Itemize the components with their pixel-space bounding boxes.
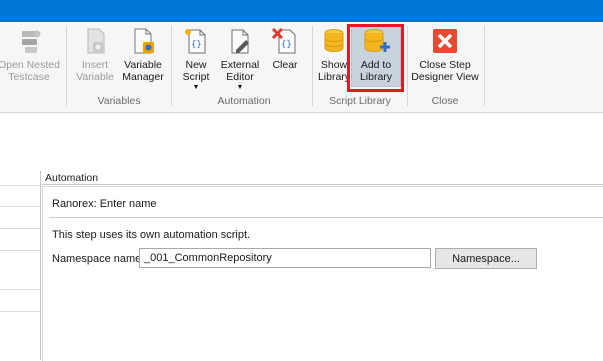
library-database-icon — [324, 29, 344, 53]
step-description: This step uses its own automation script… — [52, 229, 251, 241]
show-library-button[interactable]: Show Library — [316, 25, 352, 83]
row-divider — [0, 206, 40, 207]
clear-button[interactable]: {} Clear — [266, 25, 304, 72]
row-divider — [0, 250, 40, 251]
automation-panel: Ranorex: Enter name This step uses its o… — [42, 186, 603, 361]
new-script-dropdown-icon: ▼ — [192, 84, 200, 91]
new-script-button[interactable]: {} New Script ▼ — [177, 25, 215, 91]
automation-column-header: Automation — [42, 171, 603, 185]
variable-manager-line-1: Variable — [124, 59, 162, 71]
namespace-button[interactable]: Namespace... — [435, 248, 537, 269]
row-divider — [0, 311, 40, 312]
group-label-automation: Automation — [217, 95, 271, 107]
new-script-line-1: New — [185, 59, 207, 71]
close-step-designer-button[interactable]: Close Step Designer View — [410, 25, 480, 83]
external-editor-line-2: Editor — [226, 70, 254, 83]
ribbon-separator — [312, 26, 313, 106]
insert-variable-icon — [87, 28, 105, 54]
close-icon — [433, 29, 457, 53]
variable-manager-button[interactable]: Variable Manager — [120, 25, 166, 83]
show-library-line-2: Library — [317, 70, 351, 83]
step-list-column — [0, 171, 41, 360]
insert-variable-button[interactable]: Insert Variable — [72, 25, 118, 83]
insert-variable-line-1: Insert — [81, 59, 109, 71]
group-label-variables: Variables — [97, 95, 141, 107]
row-divider — [0, 185, 40, 186]
add-to-library-icon — [364, 29, 390, 53]
close-step-designer-line-1: Close Step — [419, 59, 471, 71]
add-to-library-line-1: Add to — [360, 59, 392, 71]
external-editor-button[interactable]: External Editor ▼ — [218, 25, 262, 91]
namespace-label: Namespace name — [52, 253, 142, 265]
namespace-input[interactable] — [139, 248, 431, 268]
new-script-line-2: Script — [182, 70, 210, 83]
group-label-script-library: Script Library — [329, 95, 391, 107]
add-to-library-button[interactable]: Add to Library — [351, 24, 401, 87]
show-library-line-1: Show — [320, 59, 348, 71]
variable-manager-line-2: Manager — [122, 70, 164, 83]
external-editor-icon — [231, 29, 249, 54]
open-nested-testcase-button[interactable]: Open Nested Testcase — [0, 25, 62, 83]
external-editor-dropdown-icon: ▼ — [236, 84, 244, 91]
ribbon-toolbar: Open Nested Testcase Insert Variable Var… — [0, 22, 603, 113]
variable-manager-icon — [134, 28, 154, 54]
external-editor-line-1: External — [220, 59, 260, 71]
ribbon-separator — [407, 26, 408, 106]
close-step-designer-line-2: Designer View — [411, 70, 479, 83]
row-divider — [0, 289, 40, 290]
clear-script-icon: {} — [271, 27, 296, 54]
svg-text:{}: {} — [281, 40, 292, 50]
nested-testcase-icon — [22, 30, 41, 53]
clear-label: Clear — [272, 59, 298, 71]
window-title-bar — [0, 0, 603, 22]
ribbon-separator — [171, 26, 172, 106]
open-nested-label: Open Nested Testcase — [0, 59, 60, 83]
step-designer-content: Automation Ranorex: Enter name This step… — [0, 113, 603, 361]
group-label-close: Close — [431, 95, 459, 107]
svg-text:{}: {} — [191, 40, 202, 50]
add-to-library-line-2: Library — [359, 70, 393, 83]
panel-divider — [49, 217, 603, 218]
row-divider — [0, 228, 40, 229]
ribbon-separator — [66, 26, 67, 106]
insert-variable-line-2: Variable — [76, 70, 114, 83]
panel-title: Ranorex: Enter name — [52, 198, 157, 210]
new-script-icon: {} — [185, 29, 206, 54]
ribbon-separator — [484, 26, 485, 106]
